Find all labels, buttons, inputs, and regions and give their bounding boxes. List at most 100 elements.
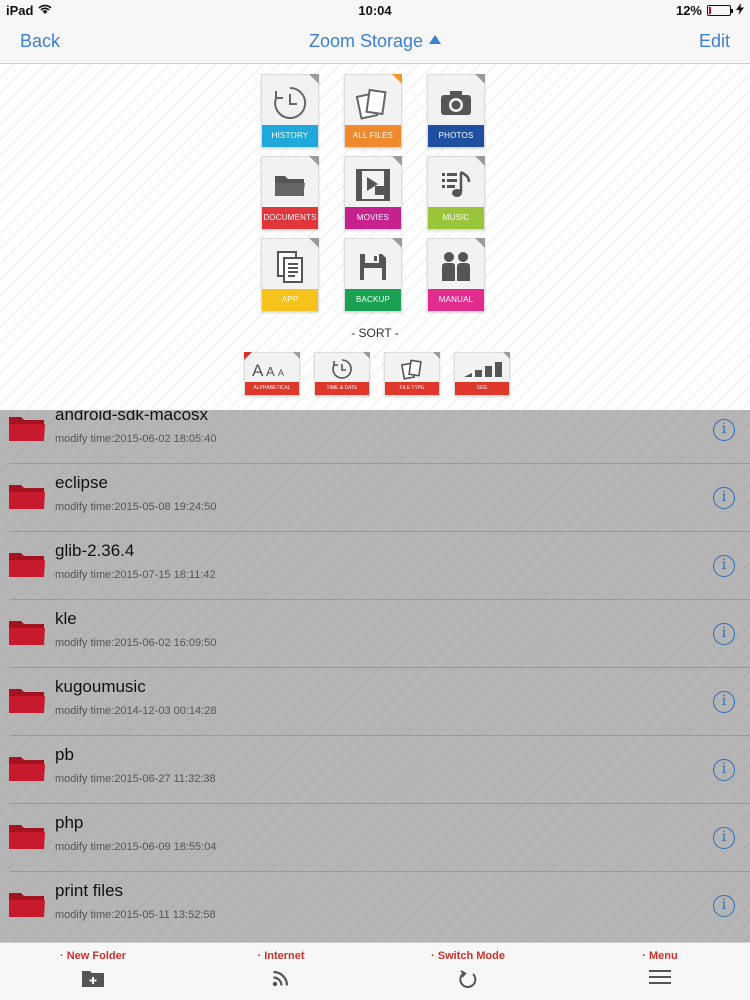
list-item[interactable]: glib-2.36.4 modify time:2015-07-15 18:11… [0, 532, 750, 600]
menu-label: · Menu [642, 950, 678, 962]
sort-label: ALPHABETICAL [245, 382, 299, 395]
category-label: MANUAL [428, 289, 484, 311]
new-folder-label: · New Folder [59, 950, 126, 962]
file-name: glib-2.36.4 [55, 541, 135, 560]
category-all-files[interactable]: ALL FILES [344, 74, 402, 148]
people-icon [428, 245, 484, 289]
folder-icon [8, 414, 46, 447]
info-icon[interactable]: i [713, 827, 735, 849]
category-documents[interactable]: DOCUMENTS [261, 156, 319, 230]
sort-file-type-button[interactable]: FILE TYPE [384, 352, 440, 396]
alphabetical-icon: AAA [245, 356, 299, 382]
sort-size-button[interactable]: SIZE [454, 352, 510, 396]
sort-alphabetical-button[interactable]: AAA ALPHABETICAL [244, 352, 300, 396]
category-label: ALL FILES [345, 125, 401, 147]
new-folder-button[interactable]: · New Folder [13, 950, 173, 988]
sort-label: TIME & DATE [315, 382, 369, 395]
category-label: BACKUP [345, 289, 401, 311]
sort-heading: - SORT - [351, 326, 399, 340]
list-item[interactable]: php modify time:2015-06-09 18:55:04 i [0, 804, 750, 872]
info-icon[interactable]: i [713, 691, 735, 713]
file-name: php [55, 813, 84, 832]
list-item[interactable]: kugoumusic modify time:2014-12-03 00:14:… [0, 668, 750, 736]
sort-time-date-button[interactable]: TIME & DATE [314, 352, 370, 396]
file-list: android-sdk-macosx modify time:2015-06-0… [0, 396, 750, 942]
file-modify-time: modify time:2015-05-11 13:52:58 [55, 909, 216, 921]
battery-percent: 12% [675, 3, 702, 18]
category-label: HISTORY [262, 125, 318, 147]
category-photos[interactable]: PHOTOS [427, 74, 485, 148]
file-name: print files [55, 881, 124, 900]
folder-icon [8, 686, 46, 719]
new-folder-icon [13, 969, 173, 988]
list-item[interactable]: pb modify time:2015-06-27 11:32:38 i [0, 736, 750, 804]
clock-icon [315, 356, 369, 382]
info-icon[interactable]: i [713, 487, 735, 509]
file-modify-time: modify time:2015-06-09 18:55:04 [55, 841, 217, 853]
file-modify-time: modify time:2015-06-02 18:05:40 [55, 433, 217, 445]
info-icon[interactable]: i [713, 623, 735, 645]
file-name: kle [55, 609, 77, 628]
history-icon [262, 81, 318, 125]
file-modify-time: modify time:2015-06-02 16:09:50 [55, 637, 217, 649]
file-modify-time: modify time:2015-06-27 11:32:38 [55, 773, 216, 785]
category-app[interactable]: APP [261, 238, 319, 312]
internet-label: · Internet [257, 950, 305, 962]
status-bar: iPad 10:04 12% [0, 0, 750, 22]
file-name: pb [55, 745, 74, 764]
list-item[interactable]: eclipse modify time:2015-05-08 19:24:50 … [0, 464, 750, 532]
category-history[interactable]: HISTORY [261, 74, 319, 148]
all-files-icon [345, 81, 401, 125]
caret-up-icon [429, 35, 442, 44]
folder-icon [8, 482, 46, 515]
hamburger-menu-icon [580, 969, 740, 985]
storage-title-dropdown[interactable]: Zoom Storage [0, 31, 750, 52]
folder-icon [8, 890, 46, 923]
file-name: kugoumusic [55, 677, 146, 696]
category-music[interactable]: MUSIC [427, 156, 485, 230]
category-movies[interactable]: MOVIES [344, 156, 402, 230]
size-bars-icon [455, 356, 509, 382]
category-panel: HISTORY ALL FILES PHOTOS DOCUMENTS MOVIE… [0, 64, 750, 410]
folder-icon [8, 550, 46, 583]
category-label: APP [262, 289, 318, 311]
info-icon[interactable]: i [713, 419, 735, 441]
category-label: MOVIES [345, 207, 401, 229]
camera-icon [428, 81, 484, 125]
navigation-bar: Back Zoom Storage Edit [0, 22, 750, 64]
music-icon [428, 163, 484, 207]
category-label: PHOTOS [428, 125, 484, 147]
info-icon[interactable]: i [713, 555, 735, 577]
internet-button[interactable]: · Internet [201, 950, 361, 987]
file-modify-time: modify time:2015-07-15 18:11:42 [55, 569, 216, 581]
category-label: MUSIC [428, 207, 484, 229]
menu-button[interactable]: · Menu [580, 950, 740, 985]
list-item[interactable]: kle modify time:2015-06-02 16:09:50 i [0, 600, 750, 668]
file-type-icon [385, 356, 439, 382]
sort-label: SIZE [455, 382, 509, 395]
page-title: Zoom Storage [308, 31, 424, 51]
edit-button[interactable]: Edit [699, 31, 730, 52]
floppy-icon [345, 245, 401, 289]
status-time: 10:04 [358, 3, 392, 18]
sort-label: FILE TYPE [385, 382, 439, 395]
info-icon[interactable]: i [713, 895, 735, 917]
refresh-icon [388, 969, 548, 989]
list-item[interactable]: print files modify time:2015-05-11 13:52… [0, 872, 750, 940]
svg-text:A: A [266, 364, 275, 379]
file-name: eclipse [55, 473, 108, 492]
switch-mode-button[interactable]: · Switch Mode [388, 950, 548, 989]
file-modify-time: modify time:2014-12-03 00:14:28 [55, 705, 217, 717]
folder-icon [8, 754, 46, 787]
folder-icon [8, 618, 46, 651]
info-icon[interactable]: i [713, 759, 735, 781]
charging-icon [736, 3, 744, 18]
category-label: DOCUMENTS [262, 207, 318, 229]
rss-icon [201, 969, 361, 987]
folder-icon [262, 163, 318, 207]
category-manual[interactable]: MANUAL [427, 238, 485, 312]
folder-icon [8, 822, 46, 855]
switch-mode-label: · Switch Mode [431, 950, 505, 962]
svg-text:A: A [252, 361, 264, 380]
category-backup[interactable]: BACKUP [344, 238, 402, 312]
